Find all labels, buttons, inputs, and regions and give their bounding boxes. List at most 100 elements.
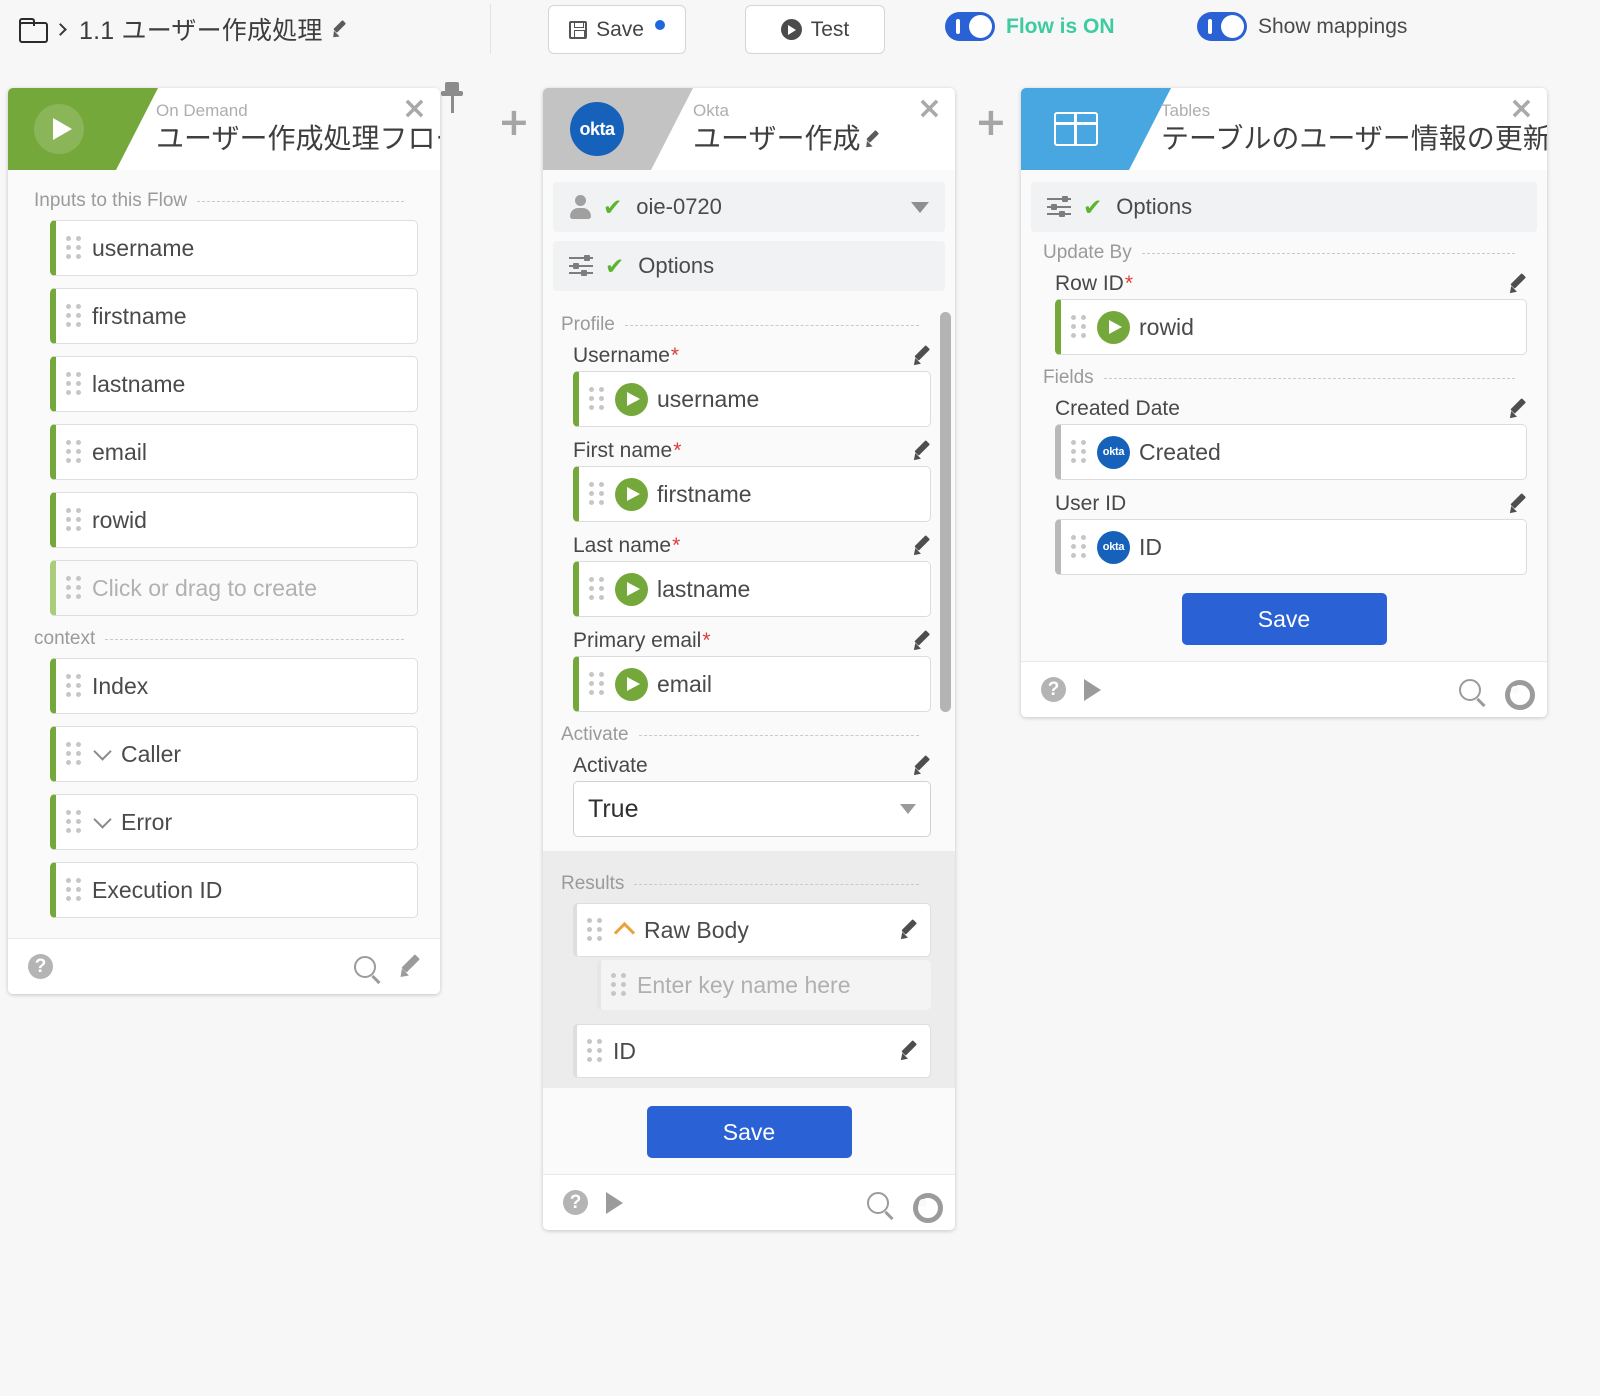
result-row-key-placeholder[interactable]: Enter key name here (597, 960, 931, 1010)
edit-pencil-icon[interactable] (912, 632, 931, 651)
show-mappings-toggle-group[interactable]: Show mappings (1197, 12, 1407, 41)
field-value-first-name[interactable]: firstname (573, 466, 931, 522)
drag-handle-icon[interactable] (589, 577, 605, 601)
field-value-username[interactable]: username (573, 371, 931, 427)
okta-options-row[interactable]: ✔ Options (553, 241, 945, 291)
tables-options-label: Options (1116, 194, 1193, 219)
input-row-create-new[interactable]: Click or drag to create (50, 560, 418, 616)
okta-connection-selector[interactable]: ✔ oie-0720 (553, 182, 945, 232)
field-value-text: lastname (657, 575, 751, 602)
flow-source-icon (615, 382, 648, 416)
drag-handle-icon[interactable] (589, 672, 605, 696)
drag-handle-icon[interactable] (1071, 315, 1087, 339)
run-step-icon[interactable] (606, 1191, 623, 1214)
context-row-caller[interactable]: Caller (50, 726, 418, 782)
field-value-row-id[interactable]: rowid (1055, 299, 1527, 355)
help-icon[interactable]: ? (563, 1190, 588, 1215)
drag-handle-icon[interactable] (66, 878, 82, 902)
rename-flow-pencil-icon[interactable] (331, 22, 346, 37)
drag-handle-icon[interactable] (589, 387, 605, 411)
trigger-card-subtitle: On Demand (156, 101, 248, 120)
edit-pencil-icon[interactable] (912, 537, 931, 556)
drag-handle-icon[interactable] (66, 372, 82, 396)
field-value-primary-email[interactable]: email (573, 656, 931, 712)
edit-pencil-icon[interactable] (912, 442, 931, 461)
drag-handle-icon[interactable] (66, 810, 82, 834)
edit-pencil-icon[interactable] (1508, 495, 1527, 514)
activate-select[interactable]: True (573, 781, 931, 837)
tables-options-row[interactable]: ✔ Options (1031, 182, 1537, 232)
gear-icon[interactable] (911, 1191, 943, 1223)
gear-icon[interactable] (1503, 678, 1535, 710)
drag-handle-icon[interactable] (66, 674, 82, 698)
folder-icon[interactable] (18, 18, 48, 43)
edit-pencil-icon[interactable] (912, 347, 931, 366)
required-asterisk: * (672, 534, 681, 557)
help-icon[interactable]: ? (1041, 677, 1066, 702)
add-step-button-1[interactable]: + (498, 103, 530, 141)
drag-handle-icon[interactable] (589, 482, 605, 506)
test-button[interactable]: Test (745, 5, 885, 54)
flow-on-toggle[interactable] (945, 12, 995, 41)
search-icon[interactable] (867, 1191, 889, 1214)
input-row-lastname[interactable]: lastname (50, 356, 418, 412)
edit-pencil-icon[interactable] (1508, 400, 1527, 419)
field-value-user-id[interactable]: okta ID (1055, 519, 1527, 575)
context-row-execution-id[interactable]: Execution ID (50, 862, 418, 918)
search-icon[interactable] (354, 955, 376, 978)
chevron-down-icon[interactable] (911, 201, 929, 213)
okta-source-icon: okta (1097, 530, 1130, 564)
edit-pencil-icon[interactable] (899, 1042, 918, 1061)
drag-handle-icon[interactable] (1071, 535, 1087, 559)
breadcrumb[interactable]: 1.1 ユーザー作成処理 (0, 0, 346, 58)
flow-source-icon (615, 667, 648, 701)
sliders-icon (569, 255, 593, 277)
drag-handle-icon[interactable] (66, 576, 82, 600)
chevron-down-icon[interactable] (900, 804, 916, 814)
input-row-username[interactable]: username (50, 220, 418, 276)
result-row-id[interactable]: ID (573, 1024, 931, 1078)
show-mappings-toggle[interactable] (1197, 12, 1247, 41)
drag-handle-icon[interactable] (66, 508, 82, 532)
input-row-rowid[interactable]: rowid (50, 492, 418, 548)
edit-pencil-icon[interactable] (899, 921, 918, 940)
chevron-up-icon[interactable] (613, 921, 636, 943)
result-row-raw-body[interactable]: Raw Body (573, 903, 931, 957)
pin-icon[interactable] (441, 82, 463, 114)
run-step-icon[interactable] (1084, 678, 1101, 701)
input-row-email[interactable]: email (50, 424, 418, 480)
field-value-last-name[interactable]: lastname (573, 561, 931, 617)
okta-card-close-icon[interactable]: × (917, 94, 942, 124)
trigger-card-close-icon[interactable]: × (402, 94, 427, 124)
add-step-button-2[interactable]: + (975, 103, 1007, 141)
flow-on-toggle-group[interactable]: Flow is ON (945, 12, 1115, 41)
field-name: Activate (573, 754, 648, 777)
tables-save-button[interactable]: Save (1181, 593, 1387, 645)
drag-handle-icon[interactable] (66, 304, 82, 328)
drag-handle-icon[interactable] (66, 742, 82, 766)
drag-handle-icon[interactable] (587, 1039, 603, 1063)
save-button[interactable]: Save (548, 5, 686, 54)
field-name: Username (573, 344, 670, 367)
chevron-down-icon[interactable] (93, 809, 112, 829)
page-title: 1.1 ユーザー作成処理 (79, 17, 323, 45)
edit-pencil-icon[interactable] (912, 757, 931, 776)
chevron-down-icon[interactable] (93, 741, 112, 761)
drag-handle-icon[interactable] (66, 236, 82, 260)
search-icon[interactable] (1459, 678, 1481, 701)
context-row-error[interactable]: Error (50, 794, 418, 850)
drag-handle-icon[interactable] (611, 973, 627, 997)
drag-handle-icon[interactable] (1071, 440, 1087, 464)
help-icon[interactable]: ? (28, 954, 53, 979)
field-value-created-date[interactable]: okta Created (1055, 424, 1527, 480)
edit-pencil-icon[interactable] (398, 956, 420, 978)
input-row-firstname[interactable]: firstname (50, 288, 418, 344)
okta-save-button[interactable]: Save (646, 1106, 852, 1158)
drag-handle-icon[interactable] (66, 440, 82, 464)
drag-handle-icon[interactable] (587, 918, 603, 942)
rename-card-pencil-icon[interactable] (864, 132, 879, 147)
edit-pencil-icon[interactable] (1508, 275, 1527, 294)
context-row-index[interactable]: Index (50, 658, 418, 714)
okta-card-scrollbar[interactable] (940, 312, 951, 712)
tables-card-close-icon[interactable]: × (1509, 94, 1534, 124)
